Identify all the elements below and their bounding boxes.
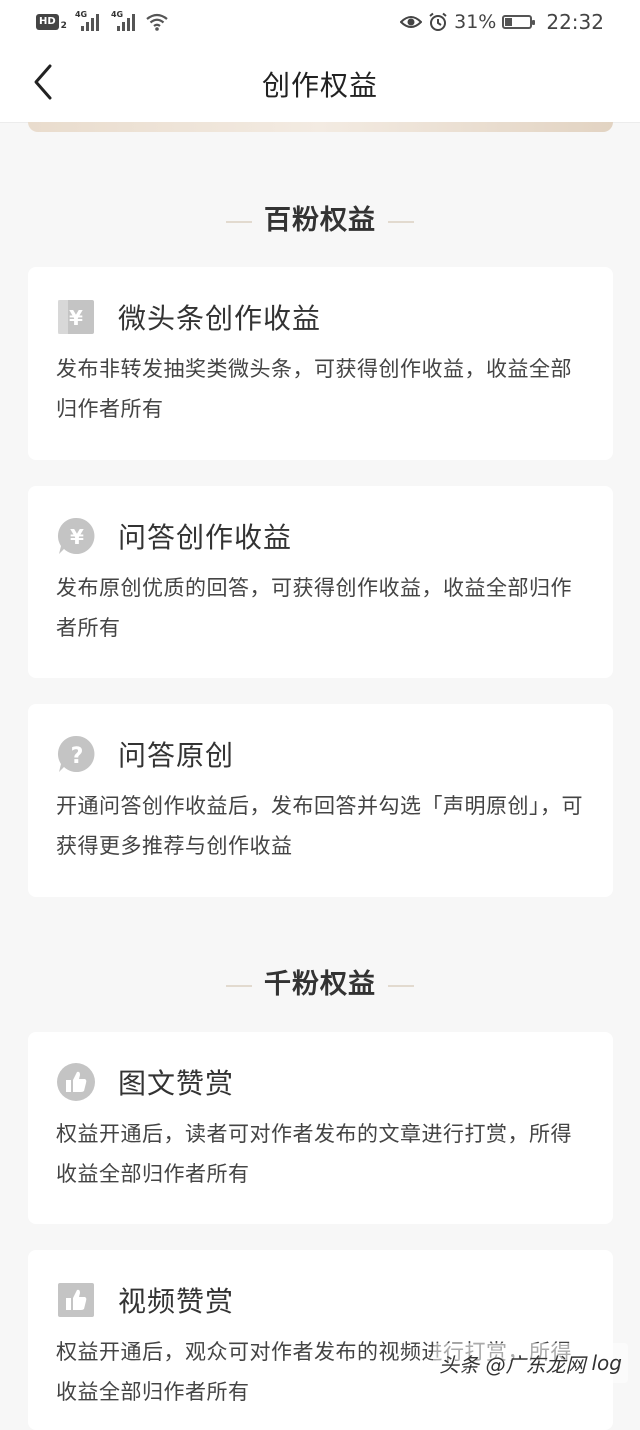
watermark: 头条 @广东龙网 log (433, 1343, 628, 1383)
card-qa-original[interactable]: ? 问答原创 开通问答创作收益后，发布回答并勾选「声明原创」，可获得更多推荐与创… (28, 704, 613, 897)
page-title: 创作权益 (261, 69, 378, 102)
card-title: 微头条创作收益 (118, 302, 322, 335)
clock: 22:32 (546, 10, 604, 34)
svg-text:¥: ¥ (69, 306, 83, 330)
wifi-icon (146, 13, 168, 31)
card-title: 视频赞赏 (118, 1285, 235, 1318)
yuan-square-icon: ¥ (56, 297, 96, 337)
divider (388, 984, 414, 987)
eye-icon (400, 16, 423, 28)
watermark-tail: log (591, 1351, 623, 1375)
card-description: 发布非转发抽奖类微头条，可获得创作收益，收益全部归作者所有 (56, 357, 572, 421)
card-qa-earnings[interactable]: ¥ 问答创作收益 发布原创优质的回答，可获得创作收益，收益全部归作者所有 (28, 486, 613, 678)
section-title-text: 百粉权益 (264, 205, 376, 236)
card-article-tipping[interactable]: 图文赞赏 权益开通后，读者可对作者发布的文章进行打赏，所得收益全部归作者所有 (28, 1032, 613, 1224)
network-type-label: 4G (110, 10, 124, 19)
card-head: ? 问答原创 (56, 734, 234, 774)
card-title: 问答创作收益 (118, 521, 293, 554)
card-weitoutiao-earnings[interactable]: ¥ 微头条创作收益 发布非转发抽奖类微头条，可获得创作收益，收益全部归作者所有 (28, 267, 613, 460)
battery-percent: 31% (454, 11, 497, 33)
alarm-icon (429, 12, 447, 31)
card-head: 视频赞赏 (56, 1280, 234, 1320)
card-head: ¥ 微头条创作收益 (56, 297, 321, 337)
status-bar: HD 2 4G 4G 31% 22:32 (0, 0, 640, 44)
yuan-bubble-icon: ¥ (56, 516, 96, 556)
battery-fill (505, 18, 513, 26)
card-head: 图文赞赏 (56, 1062, 234, 1102)
watermark-text: 头条 @广东龙网 (439, 1352, 586, 1377)
card-video-tipping[interactable]: 视频赞赏 权益开通后，观众可对作者发布的视频进行打赏，所得收益全部归作者所有 (28, 1250, 613, 1430)
section-title-hundred-fans: 百粉权益 (0, 198, 640, 237)
thumbs-up-square-icon (56, 1280, 96, 1320)
thumbs-up-circle-icon (56, 1062, 96, 1102)
status-left: HD 2 4G 4G (36, 10, 169, 33)
card-title: 问答原创 (118, 739, 235, 772)
hd-badge: HD (36, 14, 59, 30)
hd-sub-label: 2 (60, 21, 67, 31)
divider (226, 984, 252, 987)
card-head: ¥ 问答创作收益 (56, 516, 292, 556)
card-description: 发布原创优质的回答，可获得创作收益，收益全部归作者所有 (56, 576, 572, 640)
network-type-label: 4G (74, 10, 88, 19)
question-bubble-icon: ? (56, 734, 96, 774)
divider (226, 220, 252, 223)
nav-bar: 创作权益 (0, 44, 640, 123)
svg-text:?: ? (71, 744, 84, 769)
svg-text:¥: ¥ (70, 525, 84, 549)
section-title-text: 千粉权益 (264, 969, 376, 1000)
signal-icon: 4G (74, 10, 99, 31)
battery-icon (502, 15, 536, 29)
banner-edge (28, 122, 613, 132)
card-description: 权益开通后，读者可对作者发布的文章进行打赏，所得收益全部归作者所有 (56, 1122, 572, 1186)
card-title: 图文赞赏 (118, 1067, 235, 1100)
section-title-thousand-fans: 千粉权益 (0, 962, 640, 1001)
signal-icon: 4G (110, 10, 137, 31)
status-right: 31% 22:32 (400, 10, 604, 34)
card-description: 开通问答创作收益后，发布回答并勾选「声明原创」，可获得更多推荐与创作收益 (56, 794, 583, 858)
divider (388, 220, 414, 223)
